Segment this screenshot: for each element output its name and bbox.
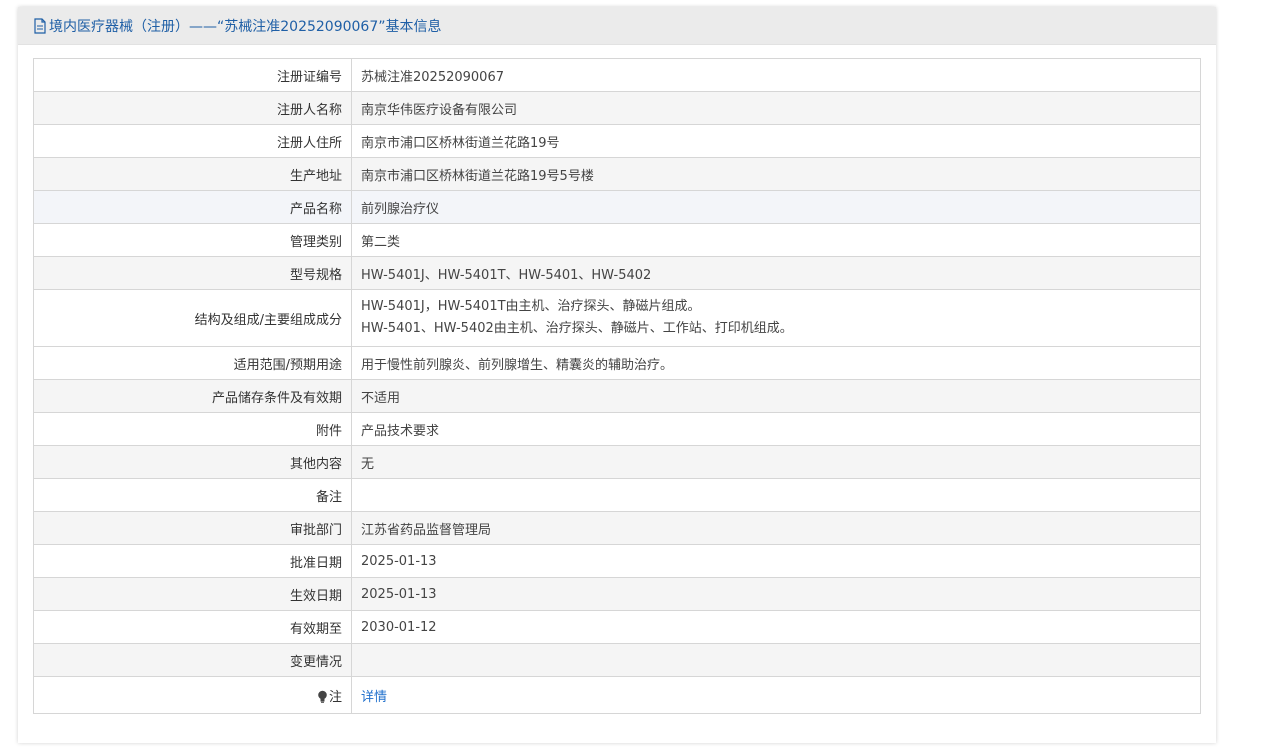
table-row: 结构及组成/主要组成成分 HW-5401J，HW-5401T由主机、治疗探头、静… (33, 289, 1201, 347)
row-value: 不适用 (351, 379, 1201, 413)
row-value-line: HW-5401、HW-5402由主机、治疗探头、静磁片、工作站、打印机组成。 (361, 321, 793, 336)
info-table: 注册证编号 苏械注准20252090067 注册人名称 南京华伟医疗设备有限公司… (33, 58, 1201, 714)
row-value: 2030-01-12 (351, 610, 1201, 644)
row-value (351, 478, 1201, 512)
row-label: 产品名称 (33, 190, 352, 224)
row-label: 型号规格 (33, 256, 352, 290)
row-value: 2025-01-13 (351, 544, 1201, 578)
row-label: 审批部门 (33, 511, 352, 545)
row-value: 产品技术要求 (351, 412, 1201, 446)
table-row: 批准日期 2025-01-13 (33, 544, 1201, 578)
table-row: 审批部门 江苏省药品监督管理局 (33, 511, 1201, 545)
table-row: 备注 (33, 478, 1201, 512)
row-value: 苏械注准20252090067 (351, 58, 1201, 92)
row-label: 其他内容 (33, 445, 352, 479)
row-value: 2025-01-13 (351, 577, 1201, 611)
row-value: 第二类 (351, 223, 1201, 257)
row-value: HW-5401J、HW-5401T、HW-5401、HW-5402 (351, 256, 1201, 290)
table-row: 附件 产品技术要求 (33, 412, 1201, 446)
table-row: 适用范围/预期用途 用于慢性前列腺炎、前列腺增生、精囊炎的辅助治疗。 (33, 346, 1201, 380)
row-label: 批准日期 (33, 544, 352, 578)
table-row: 生产地址 南京市浦口区桥林街道兰花路19号5号楼 (33, 157, 1201, 191)
row-label: 注册人住所 (33, 124, 352, 158)
row-value: 南京市浦口区桥林街道兰花路19号 (351, 124, 1201, 158)
row-label: 注册证编号 (33, 58, 352, 92)
row-value: 南京华伟医疗设备有限公司 (351, 91, 1201, 125)
page-title: 境内医疗器械（注册）——“苏械注准20252090067”基本信息 (49, 18, 442, 35)
table-row: 生效日期 2025-01-13 (33, 577, 1201, 611)
table-row: 注册人名称 南京华伟医疗设备有限公司 (33, 91, 1201, 125)
row-label: 结构及组成/主要组成成分 (33, 289, 352, 347)
row-value: 南京市浦口区桥林街道兰花路19号5号楼 (351, 157, 1201, 191)
table-row: 管理类别 第二类 (33, 223, 1201, 257)
row-value: 无 (351, 445, 1201, 479)
table-row: 有效期至 2030-01-12 (33, 610, 1201, 644)
panel-header: 境内医疗器械（注册）——“苏械注准20252090067”基本信息 (18, 7, 1216, 45)
row-label: 有效期至 (33, 610, 352, 644)
table-row: 型号规格 HW-5401J、HW-5401T、HW-5401、HW-5402 (33, 256, 1201, 290)
row-label: 附件 (33, 412, 352, 446)
row-label: 注册人名称 (33, 91, 352, 125)
row-label: 生产地址 (33, 157, 352, 191)
row-label: 生效日期 (33, 577, 352, 611)
row-label: 适用范围/预期用途 (33, 346, 352, 380)
row-value-line: HW-5401J，HW-5401T由主机、治疗探头、静磁片组成。 (361, 299, 701, 314)
row-label: 备注 (33, 478, 352, 512)
lightbulb-icon (317, 690, 328, 703)
row-value: 前列腺治疗仪 (351, 190, 1201, 224)
document-icon (33, 17, 47, 34)
table-row: 其他内容 无 (33, 445, 1201, 479)
table-row: 注册证编号 苏械注准20252090067 (33, 58, 1201, 92)
row-value (351, 643, 1201, 677)
row-value: HW-5401J，HW-5401T由主机、治疗探头、静磁片组成。 HW-5401… (351, 289, 1201, 347)
row-label-note: 注 (33, 676, 352, 714)
row-label: 管理类别 (33, 223, 352, 257)
row-value: 用于慢性前列腺炎、前列腺增生、精囊炎的辅助治疗。 (351, 346, 1201, 380)
table-row: 产品储存条件及有效期 不适用 (33, 379, 1201, 413)
table-row: 注册人住所 南京市浦口区桥林街道兰花路19号 (33, 124, 1201, 158)
details-link[interactable]: 详情 (361, 690, 387, 705)
table-row: 产品名称 前列腺治疗仪 (33, 190, 1201, 224)
row-value: 详情 (351, 676, 1201, 714)
row-label: 产品储存条件及有效期 (33, 379, 352, 413)
info-panel: 境内医疗器械（注册）——“苏械注准20252090067”基本信息 注册证编号 … (18, 7, 1216, 743)
note-label: 注 (328, 689, 342, 705)
table-row: 注 详情 (33, 676, 1201, 714)
table-row: 变更情况 (33, 643, 1201, 677)
row-value: 江苏省药品监督管理局 (351, 511, 1201, 545)
row-label: 变更情况 (33, 643, 352, 677)
